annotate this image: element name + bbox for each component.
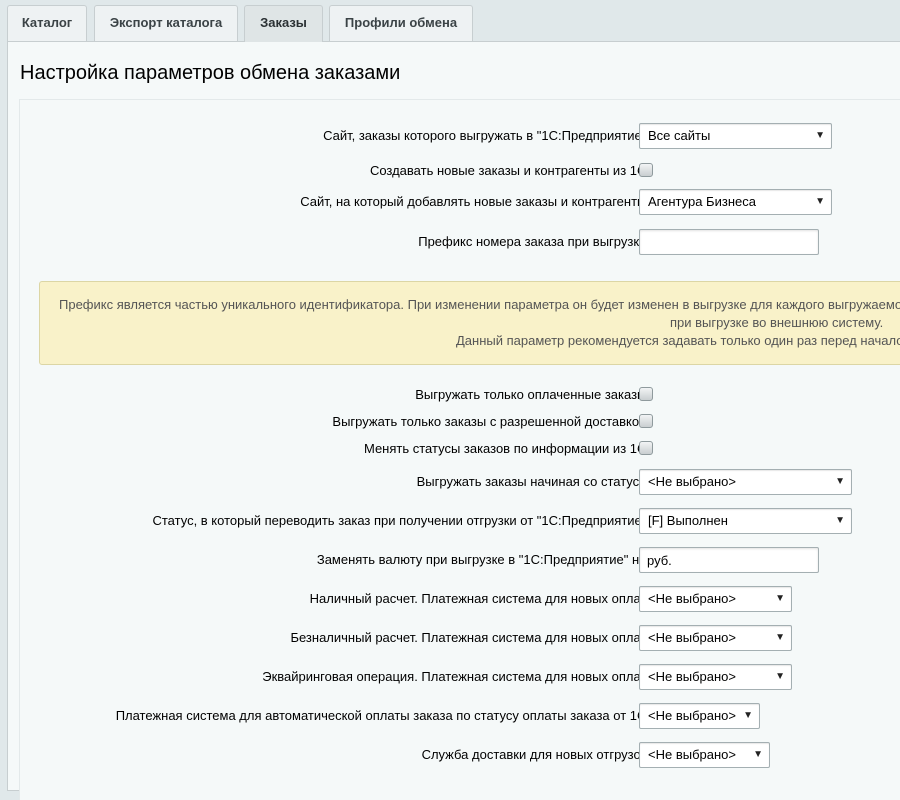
chevron-down-icon: ▼ <box>835 515 845 526</box>
chevron-down-icon: ▼ <box>775 593 785 604</box>
row-auto-payment: Платежная система для автоматической опл… <box>20 701 900 731</box>
currency-input[interactable] <box>639 547 819 573</box>
row-only-delivery: Выгружать только заказы с разрешенной до… <box>20 407 900 437</box>
row-delivery-service: Служба доставки для новых отгрузок: <Не … <box>20 740 900 770</box>
change-status-checkbox[interactable] <box>639 441 653 455</box>
cash-payment-label: Наличный расчет. Платежная система для н… <box>309 591 650 606</box>
export-site-value: Все сайты <box>648 128 711 143</box>
acquiring-payment-select[interactable]: <Не выбрано> ▼ <box>639 664 792 690</box>
currency-label: Заменять валюту при выгрузке в "1С:Предп… <box>316 552 650 567</box>
row-export-site: Сайт, заказы которого выгружать в "1С:Пр… <box>20 121 900 151</box>
target-site-value: Агентура Бизнеса <box>648 194 756 209</box>
prefix-input[interactable] <box>639 229 819 255</box>
tab-catalog[interactable]: Каталог <box>7 5 87 41</box>
delivery-service-value: <Не выбрано> <box>648 747 736 762</box>
row-acquiring-payment: Эквайринговая операция. Платежная систем… <box>20 662 900 692</box>
chevron-down-icon: ▼ <box>743 710 753 721</box>
only-delivery-label: Выгружать только заказы с разрешенной до… <box>332 414 650 429</box>
shipment-status-select[interactable]: [F] Выполнен ▼ <box>639 508 852 534</box>
cashless-payment-value: <Не выбрано> <box>648 630 736 645</box>
only-delivery-checkbox[interactable] <box>639 414 653 428</box>
row-only-paid: Выгружать только оплаченные заказы: <box>20 380 900 410</box>
only-paid-label: Выгружать только оплаченные заказы: <box>415 387 650 402</box>
tab-catalog-export[interactable]: Экспорт каталога <box>94 5 238 41</box>
row-target-site: Сайт, на который добавлять новые заказы … <box>20 187 900 217</box>
target-site-select[interactable]: Агентура Бизнеса ▼ <box>639 189 832 215</box>
export-site-label: Сайт, заказы которого выгружать в "1С:Пр… <box>323 128 650 143</box>
create-orders-checkbox[interactable] <box>639 163 653 177</box>
delivery-service-label: Служба доставки для новых отгрузок: <box>421 747 650 762</box>
acquiring-payment-label: Эквайринговая операция. Платежная систем… <box>262 669 650 684</box>
chevron-down-icon: ▼ <box>775 632 785 643</box>
row-create-orders: Создавать новые заказы и контрагенты из … <box>20 156 900 186</box>
row-cashless-payment: Безналичный расчет. Платежная система дл… <box>20 623 900 653</box>
delivery-service-select[interactable]: <Не выбрано> ▼ <box>639 742 770 768</box>
acquiring-payment-value: <Не выбрано> <box>648 669 736 684</box>
note-line-3: Данный параметр рекомендуется задавать т… <box>456 333 900 348</box>
note-line-2: при выгрузке во внешнюю систему. <box>670 315 884 330</box>
chevron-down-icon: ▼ <box>775 671 785 682</box>
cashless-payment-label: Безналичный расчет. Платежная система дл… <box>290 630 650 645</box>
chevron-down-icon: ▼ <box>815 196 825 207</box>
chevron-down-icon: ▼ <box>835 476 845 487</box>
row-currency: Заменять валюту при выгрузке в "1С:Предп… <box>20 545 900 575</box>
export-site-select[interactable]: Все сайты ▼ <box>639 123 832 149</box>
row-shipment-status: Статус, в который переводить заказ при п… <box>20 506 900 536</box>
cash-payment-value: <Не выбрано> <box>648 591 736 606</box>
chevron-down-icon: ▼ <box>753 749 763 760</box>
tab-bar: Каталог Экспорт каталога Заказы Профили … <box>0 0 900 42</box>
auto-payment-value: <Не выбрано> <box>648 708 736 723</box>
shipment-status-value: [F] Выполнен <box>648 513 728 528</box>
row-start-status: Выгружать заказы начиная со статуса: <Не… <box>20 467 900 497</box>
start-status-select[interactable]: <Не выбрано> ▼ <box>639 469 852 495</box>
prefix-label: Префикс номера заказа при выгрузке: <box>418 234 650 249</box>
cashless-payment-select[interactable]: <Не выбрано> ▼ <box>639 625 792 651</box>
only-paid-checkbox[interactable] <box>639 387 653 401</box>
settings-form: Сайт, заказы которого выгружать в "1С:Пр… <box>19 99 900 800</box>
tab-orders[interactable]: Заказы <box>244 5 323 42</box>
start-status-label: Выгружать заказы начиная со статуса: <box>416 474 650 489</box>
auto-payment-label: Платежная система для автоматической опл… <box>115 708 650 723</box>
change-status-label: Менять статусы заказов по информации из … <box>363 441 650 456</box>
row-cash-payment: Наличный расчет. Платежная система для н… <box>20 584 900 614</box>
tab-exchange-profiles[interactable]: Профили обмена <box>329 5 473 41</box>
auto-payment-select[interactable]: <Не выбрано> ▼ <box>639 703 760 729</box>
row-change-status: Менять статусы заказов по информации из … <box>20 434 900 464</box>
chevron-down-icon: ▼ <box>815 130 825 141</box>
page-title: Настройка параметров обмена заказами <box>20 62 401 84</box>
target-site-label: Сайт, на который добавлять новые заказы … <box>300 194 650 209</box>
cash-payment-select[interactable]: <Не выбрано> ▼ <box>639 586 792 612</box>
note-line-1: Префикс является частью уникального иден… <box>59 297 900 312</box>
row-prefix: Префикс номера заказа при выгрузке: <box>20 227 900 257</box>
create-orders-label: Создавать новые заказы и контрагенты из … <box>369 163 650 178</box>
start-status-value: <Не выбрано> <box>648 474 736 489</box>
prefix-note: Префикс является частью уникального иден… <box>39 281 900 365</box>
settings-panel: Настройка параметров обмена заказами Сай… <box>7 41 900 800</box>
shipment-status-label: Статус, в который переводить заказ при п… <box>152 513 650 528</box>
